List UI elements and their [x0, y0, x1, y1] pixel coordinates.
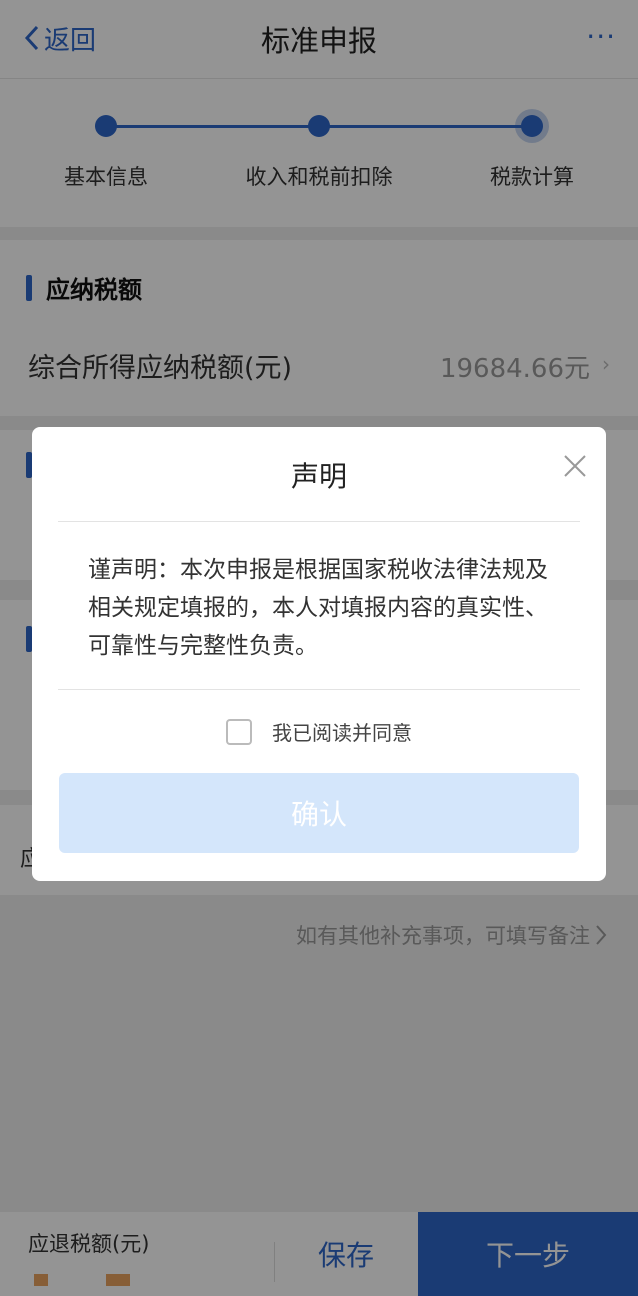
agree-label[interactable]: 我已阅读并同意 [272, 717, 412, 746]
close-icon[interactable] [562, 453, 588, 479]
declaration-text: 谨声明：本次申报是根据国家税收法律法规及相关规定填报的，本人对填报内容的真实性、… [88, 557, 548, 659]
divider [58, 521, 580, 522]
confirm-button[interactable]: 确认 [59, 773, 579, 853]
agree-row[interactable]: 我已阅读并同意 [32, 717, 606, 746]
declaration-dialog: 声明 谨声明：本次申报是根据国家税收法律法规及相关规定填报的，本人对填报内容的真… [32, 427, 606, 881]
page: 返回 标准申报 ··· 基本信息 收入和税前扣除 税款计算 应纳税额 综合所得应… [0, 0, 638, 1296]
agree-checkbox[interactable] [226, 718, 252, 745]
divider [58, 689, 580, 690]
dialog-title: 声明 [290, 460, 347, 493]
